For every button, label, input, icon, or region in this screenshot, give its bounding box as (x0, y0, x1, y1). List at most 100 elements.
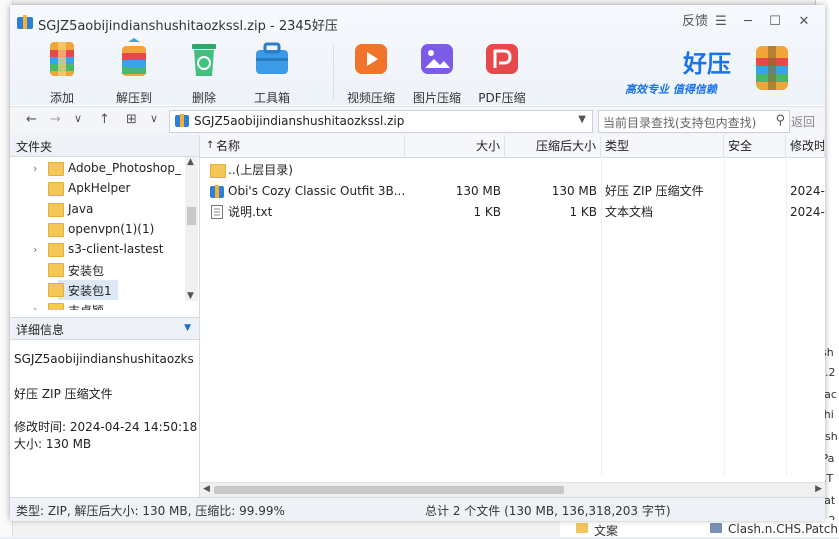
view-mode-icon[interactable]: ⊞ (126, 112, 137, 127)
add-archive-icon (50, 42, 74, 76)
folders-scrollbar[interactable]: ▲ ▼ (185, 157, 198, 301)
toolbar-separator (333, 45, 334, 99)
history-dropdown-icon[interactable]: ∨ (74, 112, 82, 125)
folder-icon (48, 283, 64, 297)
column-name[interactable]: ↑ 名称 (200, 135, 405, 157)
recycle-bin-icon (192, 44, 216, 76)
toolbox-button[interactable]: 工具箱 (242, 38, 302, 106)
search-placeholder: 当前目录查找(支持包内查找) (603, 116, 757, 130)
details-header[interactable]: 详细信息 ▼ (10, 317, 199, 340)
tree-item[interactable]: Java (10, 200, 185, 220)
expand-chevron-icon[interactable]: › (33, 162, 37, 175)
return-button[interactable]: 返回 (791, 113, 815, 130)
delete-label: 删除 (191, 91, 216, 105)
folders-header: 文件夹 (10, 135, 199, 157)
path-field[interactable]: SGJZ5aobijindianshushitaozkssl.zip ▼ (169, 110, 593, 133)
column-type[interactable]: 类型 (601, 135, 724, 157)
search-icon[interactable]: ⚲ (775, 113, 785, 128)
expand-chevron-icon[interactable]: › (33, 303, 37, 310)
folder-icon (48, 303, 64, 310)
tree-item[interactable]: › Adobe_Photoshop_ (10, 159, 185, 179)
file-type: 好压 ZIP 压缩文件 (605, 184, 704, 198)
video-compress-label: 视频压缩 (346, 91, 395, 105)
file-name: ..(上层目录) (228, 163, 293, 177)
folders-header-label: 文件夹 (16, 140, 53, 154)
scrollbar-thumb[interactable] (214, 486, 564, 494)
path-dropdown-icon[interactable]: ▼ (578, 114, 586, 125)
scrollbar-thumb[interactable] (187, 207, 196, 225)
file-modified: 2024- (790, 205, 825, 219)
tree-item[interactable]: openvpn(1)(1) (10, 220, 185, 240)
details-size: 大小: 130 MB (14, 437, 92, 451)
column-size[interactable]: 大小 (405, 135, 505, 157)
tree-item[interactable]: 安装包 (10, 260, 185, 280)
file-name: 说明.txt (228, 205, 273, 219)
tree-item[interactable]: ApkHelper (10, 179, 185, 199)
zip-file-icon (210, 185, 224, 198)
file-size: 1 KB (473, 205, 501, 219)
extract-button[interactable]: 解压到 (104, 38, 164, 106)
column-packed[interactable]: 压缩后大小 (505, 135, 601, 157)
tree-item-label: 丰卓颖 (68, 302, 104, 310)
tree-item-label: Adobe_Photoshop_ (68, 161, 182, 175)
tree-item-label: Java (68, 202, 94, 216)
tree-item[interactable]: › 丰卓颖 (10, 300, 185, 310)
expand-chevron-icon[interactable]: › (33, 243, 37, 256)
tree-item-label: openvpn(1)(1) (68, 222, 155, 236)
file-row-parent[interactable]: ..(上层目录) (200, 160, 825, 181)
add-label: 添加 (49, 91, 74, 105)
folder-icon (48, 162, 64, 176)
scroll-right-icon[interactable]: ▶ (815, 484, 822, 494)
file-packed-size: 130 MB (551, 184, 597, 198)
maximize-button[interactable]: ☐ (764, 12, 786, 32)
haozip-app-icon (17, 15, 33, 29)
feedback-button[interactable]: 反馈 (680, 12, 710, 32)
title-bar: SGJZ5aobijindianshushitaozkssl.zip - 234… (10, 5, 825, 105)
column-header: ↑ 名称 大小 压缩后大小 类型 安全 修改时 (200, 135, 825, 158)
column-security[interactable]: 安全 (724, 135, 786, 157)
folder-icon (576, 523, 588, 533)
view-dropdown-icon[interactable]: ∨ (150, 112, 158, 125)
add-button[interactable]: 添加 (32, 38, 92, 106)
image-compress-label: 图片压缩 (412, 91, 461, 105)
folder-icon (48, 263, 64, 277)
forward-arrow-icon[interactable]: → (50, 112, 61, 127)
up-arrow-icon[interactable]: ↑ (99, 112, 110, 127)
window-title: SGJZ5aobijindianshushitaozkssl.zip - 234… (38, 19, 338, 34)
toolbox-label: 工具箱 (253, 91, 290, 105)
bg-file-label: 文案 (594, 524, 619, 538)
address-bar: ← → ∨ ↑ ⊞ ∨ SGJZ5aobijindianshushitaozks… (10, 106, 825, 136)
file-row[interactable]: Obi's Cozy Classic Outfit 3B... 130 MB 1… (200, 181, 825, 202)
status-bar: 类型: ZIP, 解压后大小: 130 MB, 压缩比: 99.99% 总计 2… (10, 497, 825, 521)
brand-package-icon (756, 46, 788, 90)
file-list-pane: ↑ 名称 大小 压缩后大小 类型 安全 修改时 ..(上层目录) Obi's C… (200, 135, 825, 498)
tree-item[interactable]: › s3-client-lastest (10, 240, 185, 260)
haozip-window: SGJZ5aobijindianshushitaozkssl.zip - 234… (10, 5, 825, 521)
tree-item-selected[interactable]: 安装包1 (10, 280, 185, 300)
file-modified: 2024- (790, 184, 825, 198)
video-icon (355, 44, 387, 74)
column-modified[interactable]: 修改时 (786, 135, 825, 157)
scroll-left-icon[interactable]: ◀ (203, 484, 210, 494)
file-row[interactable]: 说明.txt 1 KB 1 KB 文本文档 2024- (200, 202, 825, 223)
close-button[interactable]: ✕ (793, 12, 815, 32)
pdf-compress-label: PDF压缩 (478, 91, 526, 105)
image-compress-button[interactable]: 图片压缩 (407, 38, 467, 106)
back-arrow-icon[interactable]: ← (26, 112, 37, 127)
horizontal-scrollbar[interactable]: ◀ ▶ (200, 482, 825, 498)
search-input[interactable]: 当前目录查找(支持包内查找) ⚲ (598, 110, 790, 133)
sort-up-icon: ↑ (206, 140, 215, 151)
scroll-down-icon[interactable]: ▼ (187, 291, 194, 301)
pdf-compress-button[interactable]: PDF压缩 (472, 38, 532, 106)
collapse-icon[interactable]: ▼ (184, 323, 191, 333)
delete-button[interactable]: 删除 (174, 38, 234, 106)
file-packed-size: 1 KB (569, 205, 597, 219)
folder-icon (48, 203, 64, 217)
brand-slogan: 高效专业 值得信赖 (625, 83, 717, 96)
scroll-up-icon[interactable]: ▲ (187, 157, 194, 167)
brand-logo: 好压 高效专业 值得信赖 (615, 40, 820, 100)
details-header-label: 详细信息 (16, 323, 65, 337)
menu-button[interactable]: ☰ (710, 12, 732, 32)
video-compress-button[interactable]: 视频压缩 (341, 38, 401, 106)
minimize-button[interactable]: ─ (737, 12, 759, 32)
